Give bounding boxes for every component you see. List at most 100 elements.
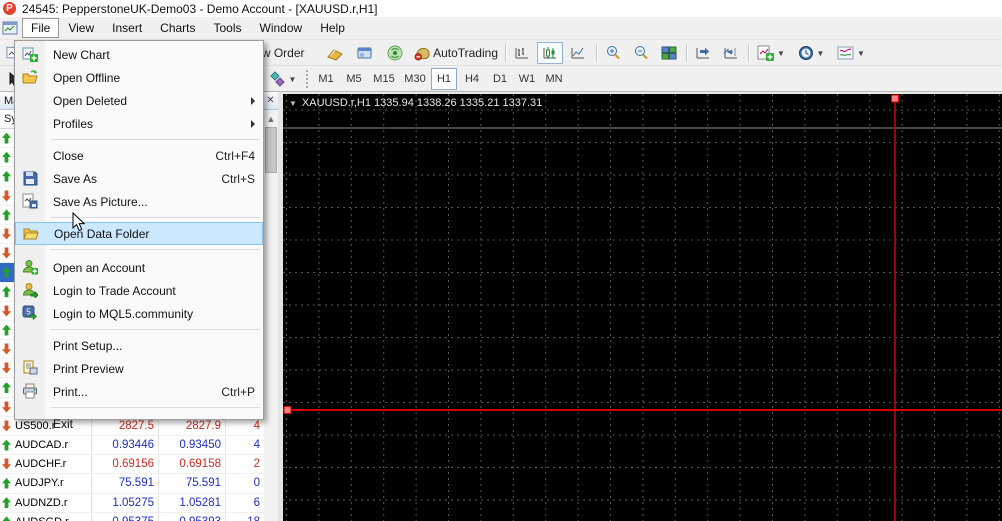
line-chart-button[interactable] — [565, 42, 591, 64]
ask-cell: 1.05281 — [159, 493, 226, 512]
market-watch-row[interactable]: AUDCHF.r 0.69156 0.69158 2 — [0, 455, 264, 475]
menu-item-open-data-folder[interactable]: Open Data Folder — [15, 222, 263, 245]
chart-window-icon — [2, 21, 18, 35]
menu-insert[interactable]: Insert — [103, 18, 151, 38]
menu-item-open-an-account[interactable]: Open an Account — [15, 256, 263, 279]
market-watch-row[interactable]: AUDSGD.r 0.95375 0.95393 18 — [0, 512, 264, 521]
menu-file[interactable]: File — [22, 18, 60, 38]
scrollbar-thumb[interactable] — [265, 127, 277, 173]
timeframe-d1-button[interactable]: D1 — [487, 68, 513, 90]
add-account-icon — [22, 260, 38, 275]
toolbar-drag-handle[interactable] — [306, 70, 310, 88]
spread-cell: 0 — [253, 477, 260, 490]
templates-button[interactable]: ▼ — [832, 42, 870, 64]
menu-separator — [51, 245, 260, 256]
menu-item-open-offline[interactable]: Open Offline — [15, 66, 263, 89]
floppy-disk-icon — [23, 171, 38, 186]
tick-arrow-icon — [2, 324, 11, 336]
timeframe-m5-button[interactable]: M5 — [341, 68, 367, 90]
dropdown-arrow-icon: ▼ — [777, 48, 785, 58]
timeframe-mn-button[interactable]: MN — [541, 68, 567, 90]
tick-arrow-icon — [2, 132, 11, 144]
arrows-tool-button[interactable]: ▼ — [264, 68, 302, 90]
save-picture-icon — [22, 193, 38, 209]
candlestick-chart-button[interactable] — [537, 42, 563, 64]
templates-icon — [837, 46, 854, 60]
dropdown-arrow-icon: ▼ — [816, 48, 825, 58]
tick-arrow-icon — [2, 190, 11, 201]
menu-item-exit[interactable]: Exit — [15, 412, 263, 435]
close-icon[interactable]: ✕ — [264, 94, 277, 107]
symbol-cell: AUDCHF.r — [0, 455, 92, 474]
menu-item-save-as[interactable]: Save As Ctrl+S — [15, 167, 263, 190]
new-chart-icon — [22, 47, 38, 62]
auto-scroll-button[interactable] — [690, 42, 716, 64]
ask-cell: 0.95393 — [159, 512, 226, 521]
market-watch-scrollbar[interactable]: ▲ — [264, 110, 278, 521]
market-watch-row[interactable]: AUDJPY.r 75.591 75.591 0 — [0, 474, 264, 494]
market-watch-row[interactable]: AUDNZD.r 1.05275 1.05281 6 — [0, 493, 264, 513]
shapes-icon — [269, 71, 285, 87]
zoom-in-icon — [607, 46, 620, 60]
menu-tools[interactable]: Tools — [205, 18, 251, 38]
auto-scroll-icon — [696, 47, 709, 59]
menu-charts[interactable]: Charts — [151, 18, 204, 38]
timeframe-m15-button[interactable]: M15 — [369, 68, 399, 90]
market-watch-row[interactable]: AUDCAD.r 0.93446 0.93450 4 — [0, 436, 264, 456]
scroll-up-icon[interactable]: ▲ — [264, 112, 278, 126]
ask-cell: 75.591 — [159, 474, 226, 493]
timeframe-w1-button[interactable]: W1 — [514, 68, 540, 90]
menu-view[interactable]: View — [59, 18, 103, 38]
folder-open-icon — [23, 228, 39, 240]
menu-item-print-setup[interactable]: Print Setup... — [15, 334, 263, 357]
timeframe-h4-button[interactable]: H4 — [459, 68, 485, 90]
menu-item-profiles[interactable]: Profiles — [15, 112, 263, 135]
bid-cell: 1.05275 — [92, 493, 159, 512]
printer-icon — [23, 383, 37, 399]
menu-item-login-to-mql5[interactable]: 5 Login to MQL5.community — [15, 302, 263, 325]
navigator-button[interactable] — [352, 42, 378, 64]
menu-bar: File View Insert Charts Tools Window Hel… — [0, 17, 1002, 40]
menu-item-save-as-picture[interactable]: Save As Picture... — [15, 190, 263, 213]
market-watch-button[interactable] — [322, 42, 348, 64]
symbol-cell: AUDNZD.r — [0, 493, 92, 512]
tick-arrow-icon — [2, 401, 11, 412]
bid-cell: 75.591 — [92, 474, 159, 493]
print-preview-icon — [23, 360, 38, 375]
menu-item-print-preview[interactable]: Print Preview — [15, 357, 263, 380]
tile-windows-button[interactable] — [656, 42, 682, 64]
menu-help[interactable]: Help — [311, 18, 354, 38]
menu-item-print[interactable]: Print... Ctrl+P — [15, 380, 263, 403]
indicators-button[interactable]: ▼ — [752, 42, 790, 64]
zoom-out-button[interactable] — [628, 42, 654, 64]
timeframe-m1-button[interactable]: M1 — [313, 68, 339, 90]
navigator-icon — [357, 47, 372, 58]
chart-shift-button[interactable] — [718, 42, 744, 64]
menu-window[interactable]: Window — [251, 18, 312, 38]
zoom-out-icon — [635, 46, 648, 60]
menu-item-new-chart[interactable]: New Chart — [15, 43, 263, 66]
chart-area[interactable]: ▼ XAUUSD.r,H1 1335.94 1338.26 1335.21 13… — [283, 94, 1002, 521]
zoom-in-button[interactable] — [600, 42, 626, 64]
chart-shift-icon — [723, 48, 737, 59]
bid-cell: 0.95375 — [92, 512, 159, 521]
line-chart-icon — [571, 47, 584, 59]
menu-item-login-to-trade-account[interactable]: Login to Trade Account — [15, 279, 263, 302]
login-account-icon — [22, 283, 38, 298]
autotrading-label: AutoTrading — [433, 46, 498, 60]
toolbar-separator — [596, 44, 597, 62]
bar-chart-icon — [515, 48, 528, 59]
menu-item-open-deleted[interactable]: Open Deleted — [15, 89, 263, 112]
autotrading-button[interactable]: AutoTrading — [410, 42, 502, 64]
bar-chart-button[interactable] — [509, 42, 535, 64]
timeframe-h1-button[interactable]: H1 — [431, 68, 457, 90]
menu-item-close[interactable]: Close Ctrl+F4 — [15, 144, 263, 167]
tile-windows-icon — [661, 46, 677, 60]
clock-icon — [798, 46, 813, 60]
periods-button[interactable]: ▼ — [792, 42, 830, 64]
timeframe-m30-button[interactable]: M30 — [400, 68, 430, 90]
spread-cell: 6 — [253, 496, 260, 509]
signals-button[interactable] — [382, 42, 408, 64]
tick-arrow-icon — [2, 344, 11, 355]
mql5-icon: 5 — [22, 305, 37, 321]
